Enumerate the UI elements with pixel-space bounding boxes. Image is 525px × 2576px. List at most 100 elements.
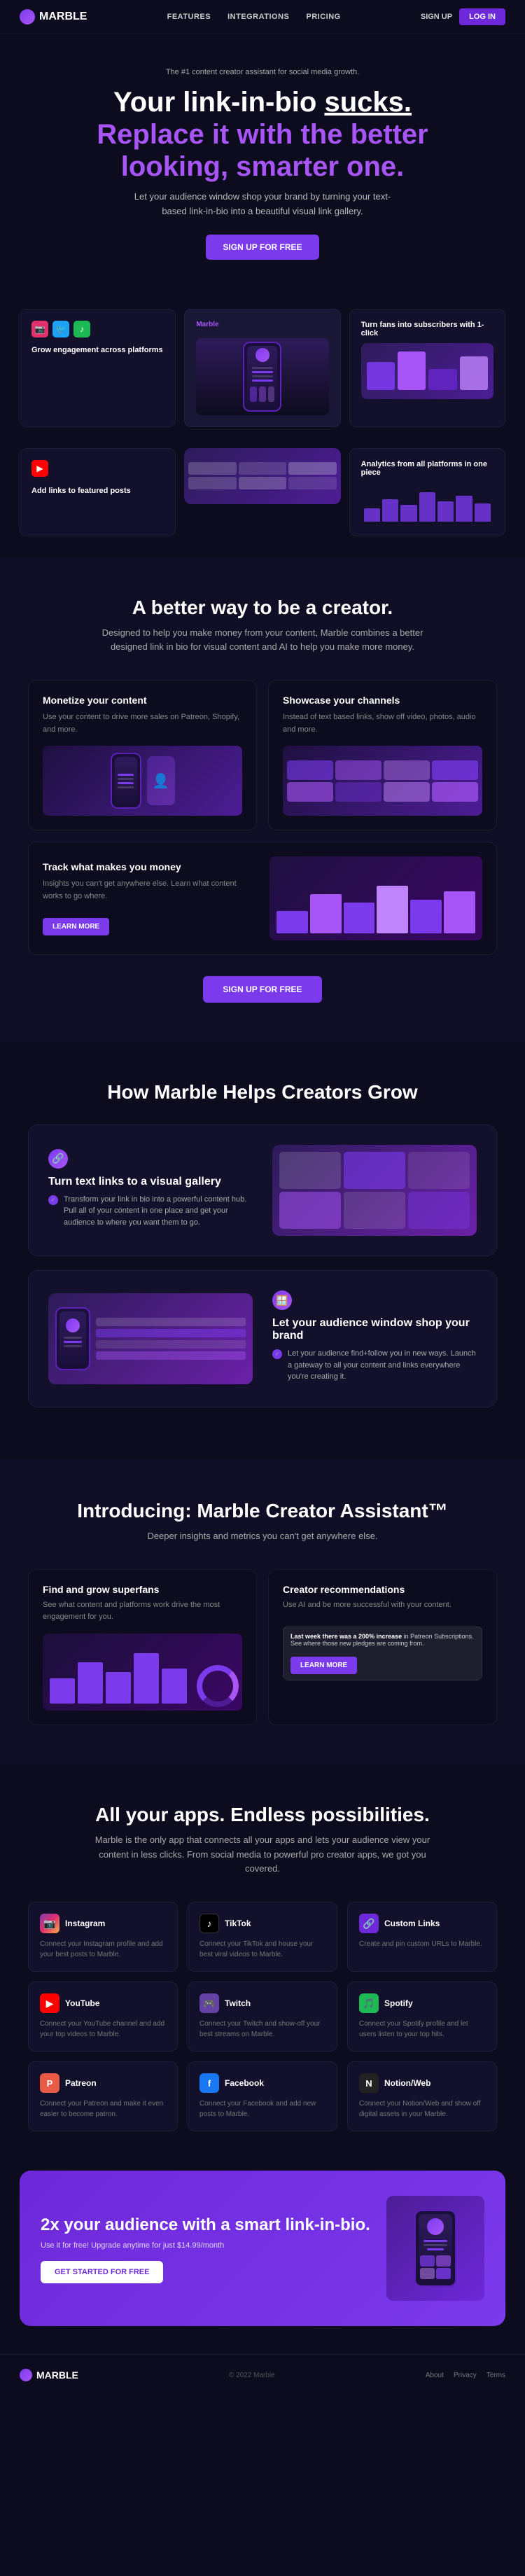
feature-grid: 📷 🐦 ♪ Grow engagement across platforms M…: [0, 288, 525, 448]
feature-grid-row2: ▶ Add links to featured posts Analytics …: [0, 448, 525, 557]
youtube-desc: Connect your YouTube channel and add you…: [40, 2019, 166, 2040]
hero-subtext: Let your audience window shop your brand…: [122, 190, 402, 219]
app-card-patreon: P Patreon Connect your Patreon and make …: [28, 2061, 178, 2131]
apps-section: All your apps. Endless possibilities. Ma…: [0, 1764, 525, 2171]
learn-more-button[interactable]: LEARN MORE: [43, 918, 109, 935]
hero-cta-button[interactable]: SIGN UP FOR FREE: [206, 235, 318, 260]
patreon-app-icon: P: [40, 2073, 59, 2093]
footer-link-privacy[interactable]: Privacy: [454, 2372, 477, 2379]
nav-integrations[interactable]: INTEGRATIONS: [227, 13, 289, 21]
feature-card-links: ▶ Add links to featured posts: [20, 448, 176, 536]
how-text-window: 🪟 Let your audience window shop your bra…: [272, 1290, 477, 1387]
recommendations-title: Creator recommendations: [283, 1584, 482, 1595]
notion-desc: Connect your Notion/Web and show off dig…: [359, 2098, 485, 2119]
nav-actions: SIGN UP LOG IN: [421, 8, 505, 25]
better-title: A better way to be a creator.: [28, 597, 497, 619]
card-title-links: Add links to featured posts: [31, 487, 164, 495]
feat-showcase-text: Instead of text based links, show off vi…: [283, 711, 482, 736]
cta-phone-mockup: [414, 2210, 456, 2287]
footer-logo-text: MARBLE: [36, 2369, 78, 2381]
navbar: MARBLE FEATURES INTEGRATIONS PRICING SIG…: [0, 0, 525, 34]
recommendations-text: Use AI and be more successful with your …: [283, 1599, 482, 1612]
how-check-1: ✓ Let your audience find+follow you in n…: [272, 1348, 477, 1383]
footer-logo: MARBLE: [20, 2369, 78, 2381]
feat-track-desc: Insights you can't get anywhere else. Le…: [43, 878, 255, 903]
spotify-desc: Connect your Spotify profile and let use…: [359, 2019, 485, 2040]
instagram-row: 📷 Instagram: [40, 1914, 166, 1933]
feat-track-img: [270, 856, 482, 940]
subscribe-thumb: [361, 343, 493, 399]
cta-banner-text: 2x your audience with a smart link-in-bi…: [41, 2214, 372, 2283]
tiktok-row: ♪ TikTok: [200, 1914, 326, 1933]
twitch-row: 🎮 Twitch: [200, 1993, 326, 2013]
how-img-window: [48, 1293, 253, 1384]
signup-button[interactable]: SIGN UP: [421, 13, 452, 21]
check-dot: ✓: [48, 1195, 58, 1205]
assistant-grid: Find and grow superfans See what content…: [28, 1569, 497, 1725]
hero-title-line1: Your link-in-bio: [113, 87, 316, 118]
better-section: A better way to be a creator. Designed t…: [0, 557, 525, 1043]
cta-banner-sub: Use it for free! Upgrade anytime for jus…: [41, 2241, 372, 2250]
superfans-img: [43, 1634, 242, 1711]
monetize-phone: [111, 753, 141, 809]
card-title-analytics: Analytics from all platforms in one piec…: [361, 460, 493, 477]
card-title-engage: Grow engagement across platforms: [31, 346, 164, 354]
app-card-twitch: 🎮 Twitch Connect your Twitch and show-of…: [188, 1982, 337, 2052]
facebook-desc: Connect your Facebook and add new posts …: [200, 2098, 326, 2119]
instagram-app-icon: 📷: [40, 1914, 59, 1933]
youtube-app-icon: ▶: [40, 1993, 59, 2013]
superfans-title: Find and grow superfans: [43, 1584, 242, 1595]
footer-link-terms[interactable]: Terms: [486, 2372, 505, 2379]
how-section: How Marble Helps Creators Grow 🔗 Turn te…: [0, 1042, 525, 1461]
how-text-gallery: 🔗 Turn text links to a visual gallery ✓ …: [48, 1149, 253, 1233]
footer-link-about[interactable]: About: [426, 2372, 444, 2379]
youtube-row: ▶ YouTube: [40, 1993, 166, 2013]
app-card-youtube: ▶ YouTube Connect your YouTube channel a…: [28, 1982, 178, 2052]
gallery-icon: 🔗: [48, 1149, 68, 1169]
youtube-app-name: YouTube: [65, 1998, 100, 2008]
nav-pricing[interactable]: PRICING: [306, 13, 340, 21]
facebook-app-name: Facebook: [225, 2078, 264, 2088]
social-icons-row: 📷 🐦 ♪: [31, 321, 164, 337]
custom-links-row: 🔗 Custom Links: [359, 1914, 485, 1933]
superfans-text: See what content and platforms work driv…: [43, 1599, 242, 1624]
notif-learn-button[interactable]: LEARN MORE: [290, 1657, 357, 1674]
assist-card-recommendations: Creator recommendations Use AI and be mo…: [268, 1569, 497, 1725]
login-button[interactable]: LOG IN: [459, 8, 505, 25]
feature-card-engage: 📷 🐦 ♪ Grow engagement across platforms: [20, 309, 176, 427]
spotify-app-icon: 🎵: [359, 1993, 379, 2013]
twitch-app-icon: 🎮: [200, 1993, 219, 2013]
nav-logo: MARBLE: [20, 9, 87, 25]
nav-features[interactable]: FEATURES: [167, 13, 211, 21]
center-phone-mockup: [243, 342, 281, 412]
hero-badge: The #1 content creator assistant for soc…: [28, 68, 497, 76]
donut-chart: [197, 1665, 239, 1707]
apps-sub: Marble is the only app that connects all…: [94, 1833, 430, 1877]
how-img-gallery: [272, 1145, 477, 1236]
spotify-row: 🎵 Spotify: [359, 1993, 485, 2013]
cta-banner-button[interactable]: GET STARTED FOR FREE: [41, 2261, 163, 2283]
feat-monetize-title: Monetize your content: [43, 695, 242, 706]
app-card-facebook: f Facebook Connect your Facebook and add…: [188, 2061, 337, 2131]
custom-links-app-name: Custom Links: [384, 1919, 440, 1928]
feature-card-analytics: Analytics from all platforms in one piec…: [349, 448, 505, 536]
twitter-icon: 🐦: [52, 321, 69, 337]
check-dot-1: ✓: [272, 1349, 282, 1359]
app-card-custom-links: 🔗 Custom Links Create and pin custom URL…: [347, 1902, 497, 1972]
apps-grid: 📷 Instagram Connect your Instagram profi…: [28, 1902, 497, 2131]
notion-app-name: Notion/Web: [384, 2078, 430, 2088]
mini-chart: [43, 1634, 242, 1711]
recommendations-img: Last week there was a 200% increase in P…: [283, 1621, 482, 1680]
how-title: How Marble Helps Creators Grow: [28, 1081, 497, 1103]
assistant-section: Introducing: Marble Creator Assistant™ D…: [0, 1461, 525, 1764]
assist-card-superfans: Find and grow superfans See what content…: [28, 1569, 257, 1725]
instagram-app-name: Instagram: [65, 1919, 105, 1928]
feat-showcase: Showcase your channels Instead of text b…: [268, 680, 497, 830]
hero-section: The #1 content creator assistant for soc…: [0, 34, 525, 288]
feat-monetize-text: Use your content to drive more sales on …: [43, 711, 242, 736]
app-card-instagram: 📷 Instagram Connect your Instagram profi…: [28, 1902, 178, 1972]
card-title-subscribe: Turn fans into subscribers with 1-click: [361, 321, 493, 337]
app-card-tiktok: ♪ TikTok Connect your TikTok and house y…: [188, 1902, 337, 1972]
better-cta-button[interactable]: SIGN UP FOR FREE: [203, 976, 321, 1003]
app-card-notion: N Notion/Web Connect your Notion/Web and…: [347, 2061, 497, 2131]
